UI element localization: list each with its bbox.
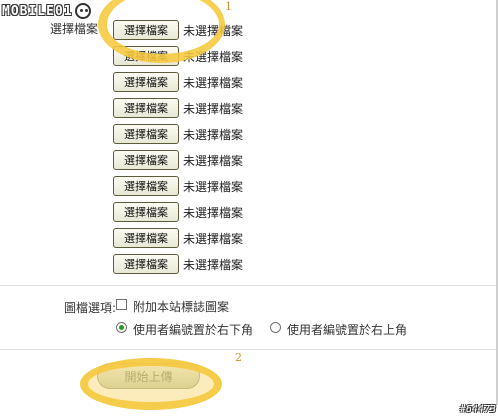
- choose-file-button-9[interactable]: 選擇檔案: [113, 228, 179, 248]
- choose-file-button-5[interactable]: 選擇檔案: [113, 124, 179, 144]
- file-row-10: 選擇檔案 未選擇檔案: [113, 253, 243, 275]
- file-section-label: 選擇檔案: [50, 22, 99, 36]
- file-row-5: 選擇檔案 未選擇檔案: [113, 123, 243, 145]
- choose-file-button-6[interactable]: 選擇檔案: [113, 150, 179, 170]
- file-status-3: 未選擇檔案: [183, 75, 244, 90]
- choose-file-button-10[interactable]: 選擇檔案: [113, 254, 179, 274]
- file-row-3: 選擇檔案 未選擇檔案: [113, 71, 243, 93]
- file-status-4: 未選擇檔案: [183, 101, 244, 116]
- image-options-label: 圖檔選項:: [64, 301, 117, 315]
- choose-file-button-4[interactable]: 選擇檔案: [113, 98, 179, 118]
- file-status-5: 未選擇檔案: [183, 127, 244, 142]
- site-logo: MOBILE01: [2, 1, 91, 21]
- logo-text: MOBILE01: [2, 3, 73, 19]
- file-row-7: 選擇檔案 未選擇檔案: [113, 175, 243, 197]
- highlight-circle-2: [80, 358, 222, 410]
- file-row-8: 選擇檔案 未選擇檔案: [113, 201, 243, 223]
- watermark-checkbox-label[interactable]: 附加本站標誌圖案: [133, 298, 229, 315]
- step-marker-2: 2: [235, 351, 242, 364]
- radio-top-right[interactable]: [270, 322, 281, 333]
- image-watermark: #64473: [459, 404, 496, 415]
- file-status-10: 未選擇檔案: [183, 257, 244, 272]
- choose-file-button-7[interactable]: 選擇檔案: [113, 176, 179, 196]
- smiley-icon: [74, 3, 91, 19]
- section-divider: [0, 285, 496, 286]
- watermark-checkbox[interactable]: [116, 299, 127, 310]
- radio-top-right-label[interactable]: 使用者編號置於右上角: [287, 321, 407, 338]
- choose-file-button-3[interactable]: 選擇檔案: [113, 72, 179, 92]
- choose-file-button-8[interactable]: 選擇檔案: [113, 202, 179, 222]
- file-row-4: 選擇檔案 未選擇檔案: [113, 97, 243, 119]
- file-status-6: 未選擇檔案: [183, 153, 244, 168]
- file-status-9: 未選擇檔案: [183, 231, 244, 246]
- file-status-8: 未選擇檔案: [183, 205, 244, 220]
- file-row-6: 選擇檔案 未選擇檔案: [113, 149, 243, 171]
- upload-page: MOBILE01 選擇檔案 選擇檔案 未選擇檔案 選擇檔案 未選擇檔案 選擇檔案…: [0, 0, 498, 419]
- section-divider: [0, 349, 496, 350]
- file-status-7: 未選擇檔案: [183, 179, 244, 194]
- radio-bottom-right[interactable]: [116, 322, 127, 333]
- radio-bottom-right-label[interactable]: 使用者編號置於右下角: [133, 321, 253, 338]
- file-row-9: 選擇檔案 未選擇檔案: [113, 227, 243, 249]
- step-marker-1: 1: [225, 0, 232, 13]
